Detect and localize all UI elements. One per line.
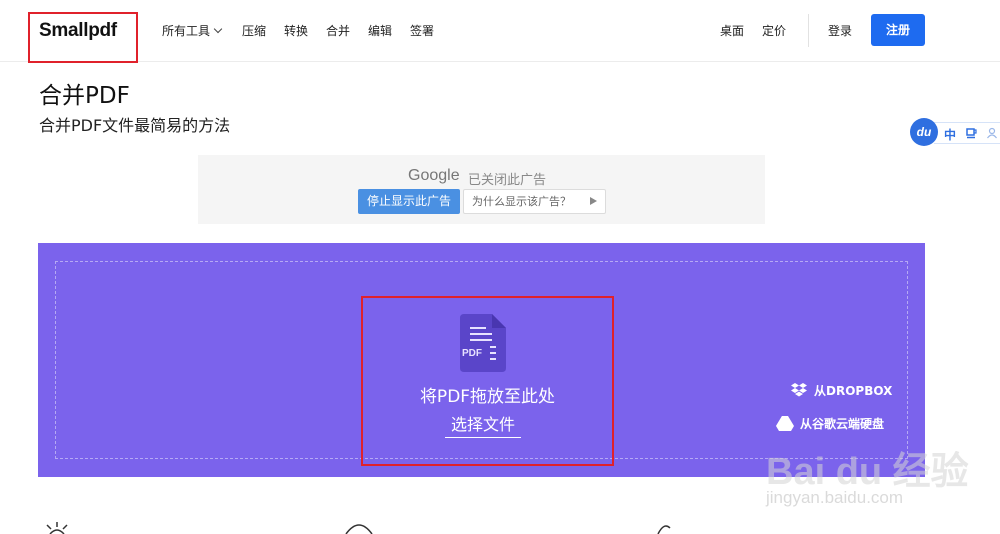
ad-closed-text: 已关闭此广告 xyxy=(468,173,547,188)
circle-icon xyxy=(345,524,373,534)
baidu-logo-icon[interactable]: du xyxy=(910,118,938,146)
page-title: 合并PDF xyxy=(39,83,130,109)
sun-icon xyxy=(46,522,68,534)
google-drive-icon xyxy=(776,416,794,431)
from-dropbox-button[interactable]: 从DROPBOX xyxy=(790,382,892,398)
language-toggle[interactable]: 中 xyxy=(944,126,956,143)
from-dropbox-label: 从DROPBOX xyxy=(814,384,893,398)
nav-pricing[interactable]: 定价 xyxy=(762,22,786,39)
why-ad-button[interactable]: 为什么显示该广告？ xyxy=(463,189,606,214)
drop-label: 将PDF拖放至此处 xyxy=(419,387,556,407)
smallpdf-logo[interactable]: Smallpdf xyxy=(39,20,117,42)
top-header: Smallpdf 所有工具 压缩 转换 合并 编辑 签署 桌面 定价 登录 注册 xyxy=(0,0,1000,63)
play-icon xyxy=(590,197,597,205)
nav-merge[interactable]: 合并 xyxy=(326,22,350,39)
nav-desktop[interactable]: 桌面 xyxy=(720,22,744,39)
baidu-watermark: Bai du 经验 jingyan.baidu.com xyxy=(766,440,1000,520)
pdf-icon-text: PDF xyxy=(462,348,482,359)
nav-all-tools-label: 所有工具 xyxy=(162,24,211,38)
nav-compress[interactable]: 压缩 xyxy=(242,22,266,39)
nav-edit[interactable]: 编辑 xyxy=(368,22,392,39)
logo-highlight-box[interactable]: Smallpdf xyxy=(28,12,138,63)
from-google-drive-label: 从谷歌云端硬盘 xyxy=(800,417,885,431)
google-logo: Google xyxy=(408,167,460,184)
ad-container: Google 已关闭此广告 停止显示此广告 为什么显示该广告？ xyxy=(198,155,765,224)
nav-divider xyxy=(808,14,809,47)
chevron-down-icon xyxy=(213,24,223,34)
stop-ad-button[interactable]: 停止显示此广告 xyxy=(358,189,460,214)
from-google-drive-button[interactable]: 从谷歌云端硬盘 xyxy=(776,415,884,433)
baidu-input-widget[interactable]: 中 du xyxy=(910,118,1000,148)
cup-icon[interactable] xyxy=(966,127,978,139)
nav-sign[interactable]: 签署 xyxy=(410,22,434,39)
watermark-url: jingyan.baidu.com xyxy=(766,488,904,507)
dropbox-icon xyxy=(791,383,807,397)
signup-button[interactable]: 注册 xyxy=(871,14,925,46)
page-subtitle: 合并PDF文件最简易的方法 xyxy=(39,116,231,135)
nav-all-tools[interactable]: 所有工具 xyxy=(162,22,223,39)
baidu-toolbar: 中 xyxy=(934,122,1000,144)
watermark-brand: Bai du 经验 xyxy=(766,451,969,493)
user-icon[interactable] xyxy=(986,127,998,139)
login-link[interactable]: 登录 xyxy=(828,22,852,39)
nav-convert[interactable]: 转换 xyxy=(284,22,308,39)
pdf-file-icon: PDF xyxy=(460,314,506,372)
choose-file-link[interactable]: 选择文件 xyxy=(445,411,521,438)
upload-highlight-box[interactable]: PDF 将PDF拖放至此处 选择文件 xyxy=(361,296,614,466)
why-ad-label: 为什么显示该广告？ xyxy=(472,195,571,208)
pen-icon xyxy=(657,525,671,534)
